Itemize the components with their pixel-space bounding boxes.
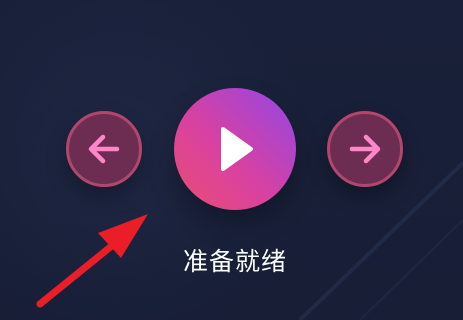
arrow-right-icon bbox=[349, 134, 381, 164]
arrow-left-icon bbox=[88, 134, 120, 164]
media-player-screen: 准备就绪 bbox=[0, 0, 463, 320]
play-icon bbox=[221, 127, 253, 171]
previous-button[interactable] bbox=[66, 111, 142, 187]
status-text: 准备就绪 bbox=[182, 247, 287, 276]
play-button[interactable] bbox=[174, 88, 296, 210]
next-button[interactable] bbox=[327, 111, 403, 187]
